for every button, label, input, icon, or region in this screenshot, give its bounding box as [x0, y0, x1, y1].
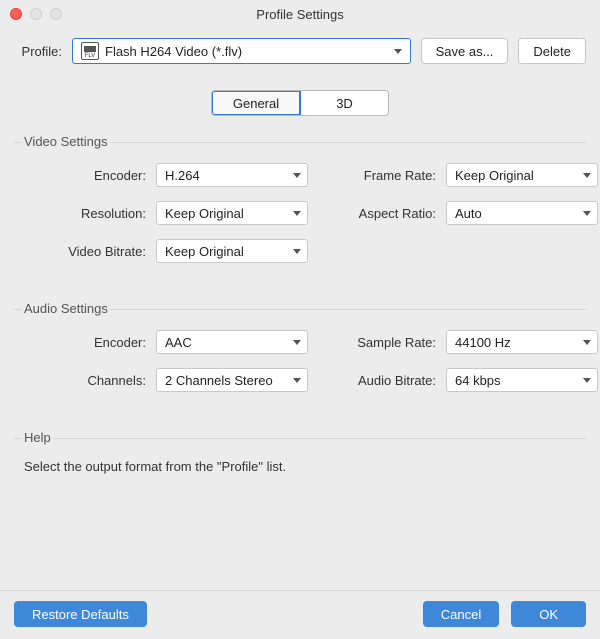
- profile-select-value: Flash H264 Video (*.flv): [105, 44, 242, 59]
- tab-general[interactable]: General: [212, 91, 300, 115]
- chevron-down-icon: [583, 211, 591, 216]
- restore-defaults-button[interactable]: Restore Defaults: [14, 601, 147, 627]
- frame-rate-label: Frame Rate:: [318, 168, 436, 183]
- flv-icon: FLV: [81, 42, 99, 60]
- video-encoder-value: H.264: [165, 168, 200, 183]
- video-bitrate-label: Video Bitrate:: [14, 244, 146, 259]
- chevron-down-icon: [293, 249, 301, 254]
- aspect-ratio-select[interactable]: Auto: [446, 201, 598, 225]
- ok-button[interactable]: OK: [511, 601, 586, 627]
- sample-rate-select[interactable]: 44100 Hz: [446, 330, 598, 354]
- audio-bitrate-value: 64 kbps: [455, 373, 501, 388]
- channels-value: 2 Channels Stereo: [165, 373, 273, 388]
- audio-encoder-label: Encoder:: [14, 335, 146, 350]
- tab-3d[interactable]: 3D: [300, 91, 388, 115]
- save-as-button[interactable]: Save as...: [421, 38, 509, 64]
- help-group: Help Select the output format from the "…: [14, 438, 586, 474]
- frame-rate-select[interactable]: Keep Original: [446, 163, 598, 187]
- chevron-down-icon: [394, 49, 402, 54]
- video-bitrate-select[interactable]: Keep Original: [156, 239, 308, 263]
- frame-rate-value: Keep Original: [455, 168, 534, 183]
- video-bitrate-value: Keep Original: [165, 244, 244, 259]
- tab-bar: General 3D: [0, 90, 600, 116]
- channels-select[interactable]: 2 Channels Stereo: [156, 368, 308, 392]
- video-encoder-select[interactable]: H.264: [156, 163, 308, 187]
- chevron-down-icon: [293, 340, 301, 345]
- chevron-down-icon: [583, 378, 591, 383]
- profile-row: Profile: FLV Flash H264 Video (*.flv) Sa…: [0, 28, 600, 64]
- resolution-value: Keep Original: [165, 206, 244, 221]
- chevron-down-icon: [293, 378, 301, 383]
- delete-button[interactable]: Delete: [518, 38, 586, 64]
- sample-rate-label: Sample Rate:: [318, 335, 436, 350]
- window-controls: [10, 8, 62, 20]
- titlebar: Profile Settings: [0, 0, 600, 28]
- audio-bitrate-label: Audio Bitrate:: [318, 373, 436, 388]
- aspect-ratio-value: Auto: [455, 206, 482, 221]
- window-zoom-button[interactable]: [50, 8, 62, 20]
- sample-rate-value: 44100 Hz: [455, 335, 511, 350]
- chevron-down-icon: [583, 340, 591, 345]
- video-settings-label: Video Settings: [22, 134, 110, 149]
- resolution-label: Resolution:: [14, 206, 146, 221]
- profile-select[interactable]: FLV Flash H264 Video (*.flv): [72, 38, 411, 64]
- audio-encoder-select[interactable]: AAC: [156, 330, 308, 354]
- audio-encoder-value: AAC: [165, 335, 192, 350]
- footer: Restore Defaults Cancel OK: [0, 590, 600, 639]
- window-close-button[interactable]: [10, 8, 22, 20]
- audio-settings-label: Audio Settings: [22, 301, 110, 316]
- help-text: Select the output format from the "Profi…: [14, 439, 586, 474]
- chevron-down-icon: [293, 173, 301, 178]
- aspect-ratio-label: Aspect Ratio:: [318, 206, 436, 221]
- cancel-button[interactable]: Cancel: [423, 601, 499, 627]
- profile-label: Profile:: [14, 44, 62, 59]
- audio-bitrate-select[interactable]: 64 kbps: [446, 368, 598, 392]
- chevron-down-icon: [293, 211, 301, 216]
- chevron-down-icon: [583, 173, 591, 178]
- video-encoder-label: Encoder:: [14, 168, 146, 183]
- video-settings-group: Video Settings Encoder: H.264 Frame Rate…: [14, 142, 586, 263]
- audio-settings-group: Audio Settings Encoder: AAC Sample Rate:…: [14, 309, 586, 392]
- window-title: Profile Settings: [256, 7, 343, 22]
- resolution-select[interactable]: Keep Original: [156, 201, 308, 225]
- help-label: Help: [22, 430, 53, 445]
- channels-label: Channels:: [14, 373, 146, 388]
- window-minimize-button[interactable]: [30, 8, 42, 20]
